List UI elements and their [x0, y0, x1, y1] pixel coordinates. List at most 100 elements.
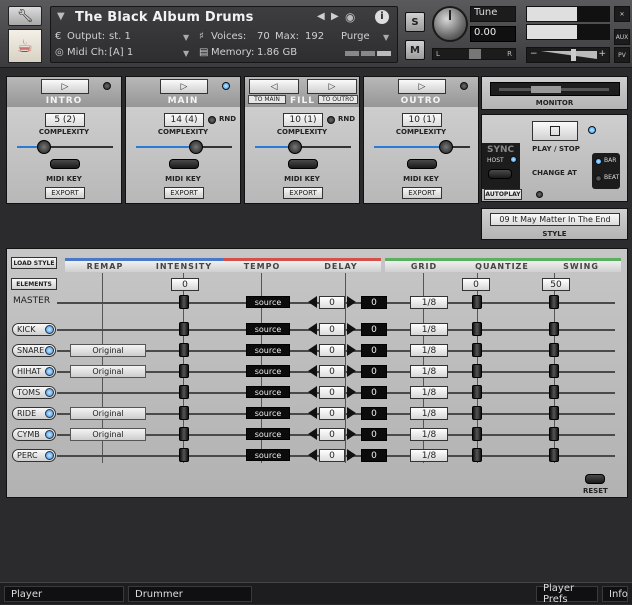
- perc-tempo-source[interactable]: source: [246, 449, 290, 461]
- elements-button[interactable]: ELEMENTS: [11, 278, 57, 290]
- toms-swing-slider[interactable]: [549, 385, 559, 399]
- hihat-delay-b[interactable]: 0: [361, 365, 387, 378]
- snare-quantize-slider[interactable]: [472, 343, 482, 357]
- perc-quantize-slider[interactable]: [472, 448, 482, 462]
- cymb-tempo-source[interactable]: source: [246, 428, 290, 440]
- fill-midi-key-button[interactable]: [288, 159, 318, 169]
- element-cymb-led[interactable]: [45, 430, 54, 439]
- kick-intensity-slider[interactable]: [179, 322, 189, 336]
- ride-remap-select[interactable]: Original: [70, 407, 146, 420]
- pv-button[interactable]: PV: [614, 47, 630, 63]
- output-value[interactable]: st. 1: [109, 31, 131, 42]
- snare-remap-select[interactable]: Original: [70, 344, 146, 357]
- master-intensity-value[interactable]: 0: [171, 278, 199, 291]
- element-perc-led[interactable]: [45, 451, 54, 460]
- hihat-intensity-slider[interactable]: [179, 364, 189, 378]
- purge-button[interactable]: Purge: [341, 31, 370, 42]
- main-rnd-led[interactable]: [208, 116, 216, 124]
- volume-plus-icon[interactable]: +: [598, 49, 606, 59]
- cymb-grid-value[interactable]: 1/8: [410, 428, 448, 441]
- output-dropdown-icon[interactable]: ▼: [183, 33, 189, 42]
- purge-dropdown-icon[interactable]: ▼: [383, 33, 389, 42]
- intro-export-button[interactable]: EXPORT: [45, 187, 85, 199]
- reset-button[interactable]: [585, 474, 605, 484]
- snare-delay-b[interactable]: 0: [361, 344, 387, 357]
- kick-tempo-source[interactable]: source: [246, 323, 290, 335]
- element-perc-button[interactable]: PERC: [12, 449, 56, 462]
- perc-delay-a[interactable]: 0: [319, 449, 345, 462]
- perc-intensity-slider[interactable]: [179, 448, 189, 462]
- hihat-delay-a[interactable]: 0: [319, 365, 345, 378]
- fill-complexity-slider[interactable]: [255, 140, 351, 154]
- toms-delay-a[interactable]: 0: [319, 386, 345, 399]
- toms-delay-right-icon[interactable]: [347, 386, 356, 398]
- master-delay-left-icon[interactable]: [308, 296, 317, 308]
- toms-intensity-slider[interactable]: [179, 385, 189, 399]
- fill-to-main-play-button[interactable]: ◁: [249, 79, 299, 94]
- cymb-delay-right-icon[interactable]: [347, 428, 356, 440]
- kick-grid-value[interactable]: 1/8: [410, 323, 448, 336]
- snare-delay-right-icon[interactable]: [347, 344, 356, 356]
- max-voices-value[interactable]: 192: [305, 31, 324, 42]
- ride-delay-right-icon[interactable]: [347, 407, 356, 419]
- cymb-intensity-slider[interactable]: [179, 427, 189, 441]
- main-complexity-value[interactable]: 14 (4): [164, 113, 204, 127]
- midi-channel-value[interactable]: [A] 1: [109, 47, 133, 58]
- main-complexity-slider[interactable]: [136, 140, 232, 154]
- hihat-remap-select[interactable]: Original: [70, 365, 146, 378]
- master-swing-slider[interactable]: [549, 295, 559, 309]
- perc-delay-right-icon[interactable]: [347, 449, 356, 461]
- hihat-quantize-slider[interactable]: [472, 364, 482, 378]
- toms-tempo-source[interactable]: source: [246, 386, 290, 398]
- cymb-quantize-slider[interactable]: [472, 427, 482, 441]
- master-quantize-slider[interactable]: [472, 295, 482, 309]
- pan-slider[interactable]: L R: [432, 48, 516, 60]
- snare-swing-slider[interactable]: [549, 343, 559, 357]
- pan-handle[interactable]: [469, 49, 481, 59]
- bar-led[interactable]: [595, 158, 602, 165]
- load-style-button[interactable]: LOAD STYLE: [11, 257, 57, 269]
- fill-to-main-label[interactable]: TO MAIN: [248, 95, 286, 104]
- master-delay-a[interactable]: 0: [319, 296, 345, 309]
- cymb-delay-left-icon[interactable]: [308, 428, 317, 440]
- toms-delay-left-icon[interactable]: [308, 386, 317, 398]
- element-toms-button[interactable]: TOMS: [12, 386, 56, 399]
- master-quantize-value[interactable]: 0: [462, 278, 490, 291]
- main-export-button[interactable]: EXPORT: [164, 187, 204, 199]
- player-prefs-button[interactable]: Player Prefs: [536, 583, 598, 605]
- element-kick-button[interactable]: KICK: [12, 323, 56, 336]
- master-delay-right-icon[interactable]: [347, 296, 356, 308]
- ride-grid-value[interactable]: 1/8: [410, 407, 448, 420]
- close-icon[interactable]: ✕: [614, 6, 630, 22]
- kick-delay-a[interactable]: 0: [319, 323, 345, 336]
- hihat-swing-slider[interactable]: [549, 364, 559, 378]
- perc-grid-value[interactable]: 1/8: [410, 449, 448, 462]
- master-swing-value[interactable]: 50: [542, 278, 570, 291]
- instrument-title[interactable]: The Black Album Drums: [75, 10, 254, 25]
- cymb-delay-b[interactable]: 0: [361, 428, 387, 441]
- intro-play-button[interactable]: ▷: [41, 79, 89, 94]
- wrench-icon[interactable]: 🔧︎: [8, 6, 42, 26]
- tab-player[interactable]: Player: [4, 586, 124, 602]
- intro-complexity-value[interactable]: 5 (2): [45, 113, 85, 127]
- ride-delay-a[interactable]: 0: [319, 407, 345, 420]
- perc-swing-slider[interactable]: [549, 448, 559, 462]
- outro-complexity-slider[interactable]: [374, 140, 470, 154]
- master-delay-b[interactable]: 0: [361, 296, 387, 309]
- master-tempo-source[interactable]: source: [246, 296, 290, 308]
- fill-rnd-led[interactable]: [327, 116, 335, 124]
- mute-button[interactable]: M: [405, 40, 425, 60]
- outro-play-button[interactable]: ▷: [398, 79, 446, 94]
- next-instrument-icon[interactable]: ▶: [331, 11, 339, 22]
- fill-complexity-value[interactable]: 10 (1): [283, 113, 323, 127]
- collapse-icon[interactable]: ▼: [57, 11, 65, 22]
- outro-export-button[interactable]: EXPORT: [402, 187, 442, 199]
- element-toms-led[interactable]: [45, 388, 54, 397]
- tune-value[interactable]: 0.00: [470, 26, 516, 42]
- element-snare-led[interactable]: [45, 346, 54, 355]
- aux-button[interactable]: AUX: [614, 29, 630, 45]
- cymb-delay-a[interactable]: 0: [319, 428, 345, 441]
- sync-host-button[interactable]: [488, 169, 512, 179]
- hihat-tempo-source[interactable]: source: [246, 365, 290, 377]
- fill-export-button[interactable]: EXPORT: [283, 187, 323, 199]
